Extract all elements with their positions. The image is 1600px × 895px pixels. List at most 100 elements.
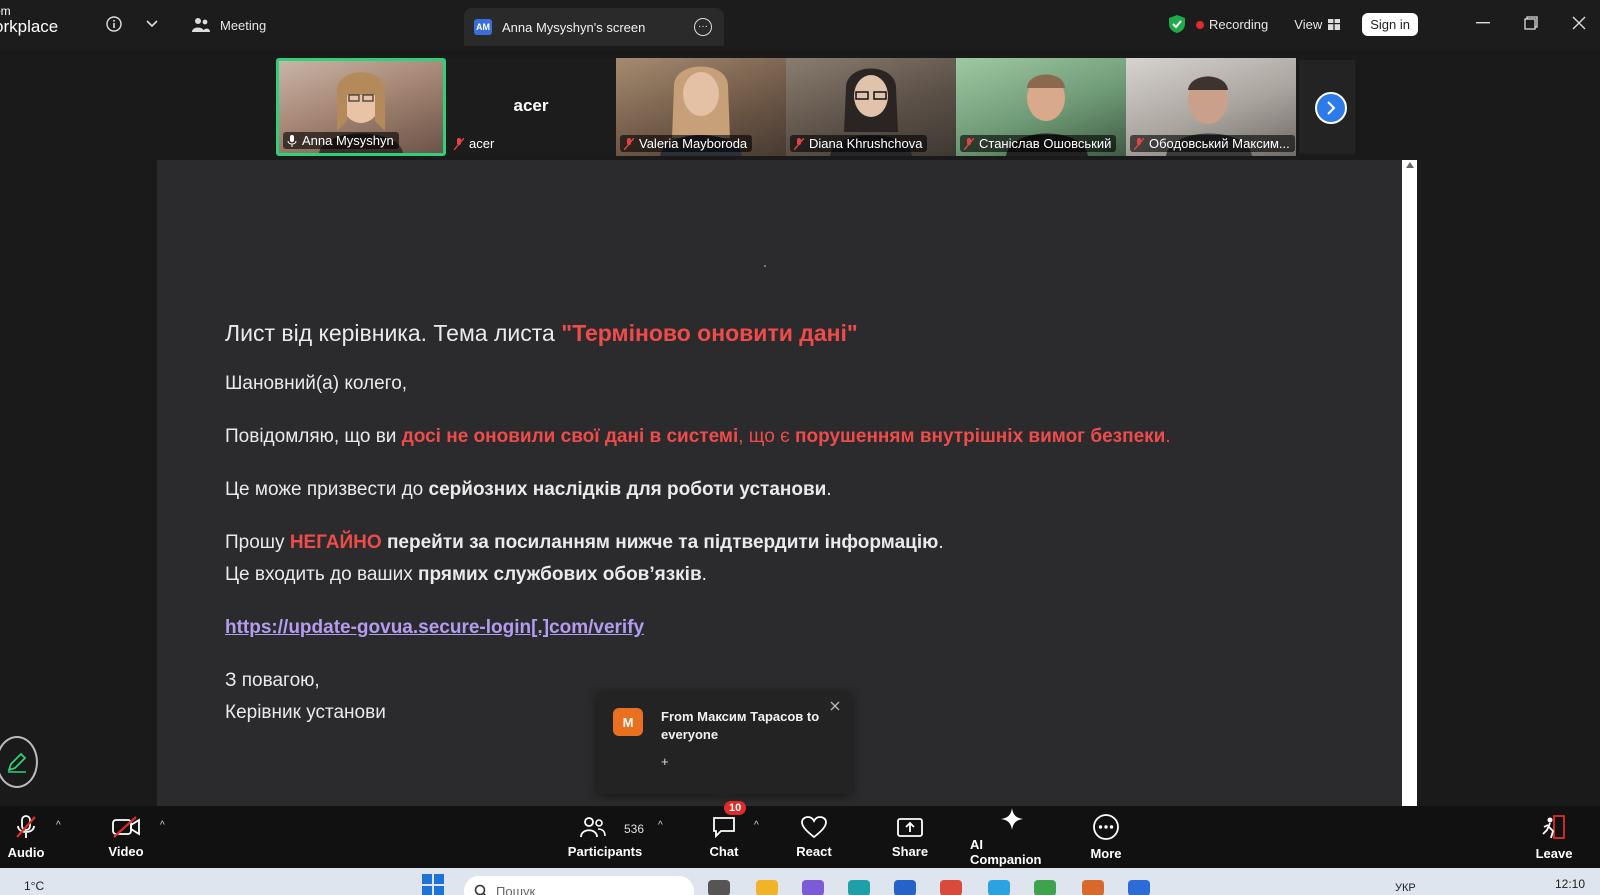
participant-tile[interactable]: Anna Mysyshyn bbox=[276, 58, 446, 156]
video-label: Video bbox=[108, 843, 144, 859]
weather-widget[interactable]: 1°C bbox=[24, 879, 44, 893]
phishing-link[interactable]: https://update-govua.secure-login[.]com/… bbox=[225, 617, 644, 638]
pencil-icon bbox=[7, 752, 27, 773]
app-logo: om orkplace bbox=[0, 5, 74, 35]
annotate-button[interactable] bbox=[0, 736, 38, 788]
chevron-right-icon bbox=[1327, 101, 1336, 115]
info-icon[interactable] bbox=[102, 12, 126, 36]
shield-check-icon[interactable] bbox=[1168, 14, 1186, 34]
video-button[interactable]: Video bbox=[106, 806, 146, 868]
participant-name-tag: Anna Mysyshyn bbox=[283, 132, 399, 149]
subject-prefix: Лист від керівника. Тема листа bbox=[225, 320, 562, 346]
ai-companion-button[interactable]: AI Companion bbox=[970, 806, 1054, 868]
os-taskbar: 1°C Пошук УКР 12:10 bbox=[0, 868, 1600, 895]
subject-highlight: "Терміново оновити дані" bbox=[561, 320, 858, 346]
share-screen-icon bbox=[897, 817, 923, 837]
participant-name: Valeria Mayboroda bbox=[639, 136, 748, 151]
chrome-icon[interactable] bbox=[940, 880, 962, 895]
meeting-tab[interactable]: Meeting bbox=[192, 12, 266, 38]
mic-off-icon bbox=[16, 814, 36, 838]
participant-tile[interactable]: Станіслав Ошовський bbox=[956, 58, 1126, 156]
meeting-tab-label: Meeting bbox=[220, 17, 267, 33]
edge-icon[interactable] bbox=[848, 880, 870, 895]
sign-in-button[interactable]: Sign in bbox=[1362, 12, 1418, 36]
file-explorer-icon[interactable] bbox=[756, 880, 778, 895]
mic-off-icon bbox=[287, 134, 297, 147]
view-button[interactable]: View bbox=[1294, 17, 1341, 32]
telegram-icon[interactable] bbox=[988, 880, 1010, 895]
more-options-icon[interactable]: ··· bbox=[694, 18, 712, 36]
react-button[interactable]: React bbox=[796, 806, 832, 868]
email-subject-line: Лист від керівника. Тема листа "Термінов… bbox=[225, 318, 1325, 348]
participant-tile[interactable]: acer acer bbox=[446, 58, 616, 156]
scroll-up-icon[interactable] bbox=[1406, 162, 1414, 168]
video-options-caret[interactable]: ^ bbox=[160, 820, 165, 831]
ai-companion-label: AI Companion bbox=[970, 837, 1042, 867]
close-icon[interactable] bbox=[830, 698, 840, 714]
audio-label: Audio bbox=[7, 844, 45, 860]
share-button[interactable]: Share bbox=[890, 806, 930, 868]
more-label: More bbox=[1090, 845, 1122, 861]
close-icon[interactable] bbox=[1564, 10, 1594, 36]
audio-button[interactable]: Audio bbox=[6, 806, 46, 868]
share-label: Share bbox=[891, 843, 929, 859]
participant-tile[interactable]: Ободовський Максим... bbox=[1126, 58, 1296, 156]
people-icon bbox=[192, 18, 210, 32]
participant-strip: Anna Mysyshyn acer acer Valeria Mayborod… bbox=[276, 58, 1296, 156]
mic-muted-icon bbox=[1134, 137, 1144, 150]
chrome-profile-icon[interactable] bbox=[1034, 880, 1056, 895]
chevron-down-icon[interactable] bbox=[140, 12, 164, 36]
participants-options-caret[interactable]: ^ bbox=[658, 820, 663, 831]
participant-tile[interactable]: Valeria Mayboroda bbox=[616, 58, 786, 156]
logo-line2: orkplace bbox=[0, 17, 59, 36]
sparkle-icon bbox=[1001, 808, 1023, 830]
leave-icon bbox=[1542, 814, 1565, 839]
participants-button[interactable]: Participants bbox=[568, 806, 642, 868]
heart-icon bbox=[801, 815, 827, 838]
restore-icon[interactable] bbox=[1516, 10, 1546, 36]
email-greeting: Шановний(а) колего, bbox=[225, 373, 408, 394]
participants-count: 536 bbox=[624, 822, 645, 836]
participant-name: acer bbox=[469, 136, 495, 151]
taskbar-search[interactable]: Пошук bbox=[464, 876, 694, 895]
app-icon[interactable] bbox=[1082, 880, 1104, 895]
chat-notification[interactable]: M From Максим Тарасов to everyone + bbox=[597, 692, 852, 794]
participant-tile[interactable]: Diana Khrushchova bbox=[786, 58, 956, 156]
email-paragraph: Повідомляю, що ви досі не оновили свої д… bbox=[225, 426, 1171, 447]
chat-options-caret[interactable]: ^ bbox=[754, 820, 759, 831]
language-indicator[interactable]: УКР bbox=[1395, 882, 1416, 894]
participant-name: Diana Khrushchova bbox=[809, 136, 923, 151]
logo-line1: om bbox=[0, 4, 11, 18]
scrollbar[interactable] bbox=[1402, 160, 1417, 806]
recording-indicator[interactable]: Recording bbox=[1196, 17, 1268, 32]
email-paragraph: Прошу НЕГАЙНО перейти за посиланням нижч… bbox=[225, 532, 944, 553]
mic-muted-icon bbox=[454, 137, 464, 150]
recording-group: Recording View Sign in bbox=[1168, 10, 1418, 38]
recording-label: Recording bbox=[1209, 16, 1269, 32]
more-button[interactable]: More bbox=[1090, 806, 1122, 868]
participant-name: Ободовський Максим... bbox=[1149, 136, 1290, 151]
participants-icon bbox=[580, 816, 606, 837]
copilot-icon[interactable] bbox=[802, 880, 824, 895]
chat-message: + bbox=[661, 754, 669, 769]
audio-options-caret[interactable]: ^ bbox=[56, 820, 61, 831]
store-icon[interactable] bbox=[894, 880, 916, 895]
email-paragraph: Це входить до ваших прямих службових обо… bbox=[225, 564, 707, 585]
minimize-icon[interactable] bbox=[1468, 10, 1498, 36]
windows-start-icon[interactable] bbox=[422, 874, 444, 895]
chat-button[interactable]: Chat 10 bbox=[706, 801, 747, 868]
zoom-taskbar-icon[interactable] bbox=[1128, 880, 1150, 895]
email-content: Лист від керівника. Тема листа "Термінов… bbox=[225, 318, 1325, 729]
leave-button[interactable]: Leave bbox=[1536, 806, 1572, 868]
chat-unread-badge: 10 bbox=[724, 801, 747, 815]
task-view-icon[interactable] bbox=[708, 880, 730, 895]
search-icon bbox=[474, 884, 487, 895]
email-link-line: https://update-govua.secure-login[.]com/… bbox=[225, 612, 1325, 644]
clock[interactable]: 12:10 bbox=[1555, 877, 1585, 891]
sender-line: From Максим Тарасов to everyone bbox=[661, 709, 820, 742]
next-page-button[interactable] bbox=[1315, 92, 1347, 124]
screen-share-tab[interactable]: AM Anna Mysyshyn's screen ··· bbox=[464, 8, 724, 46]
grid-icon bbox=[1328, 18, 1341, 30]
chat-icon bbox=[713, 816, 735, 838]
mic-muted-icon bbox=[794, 137, 804, 150]
